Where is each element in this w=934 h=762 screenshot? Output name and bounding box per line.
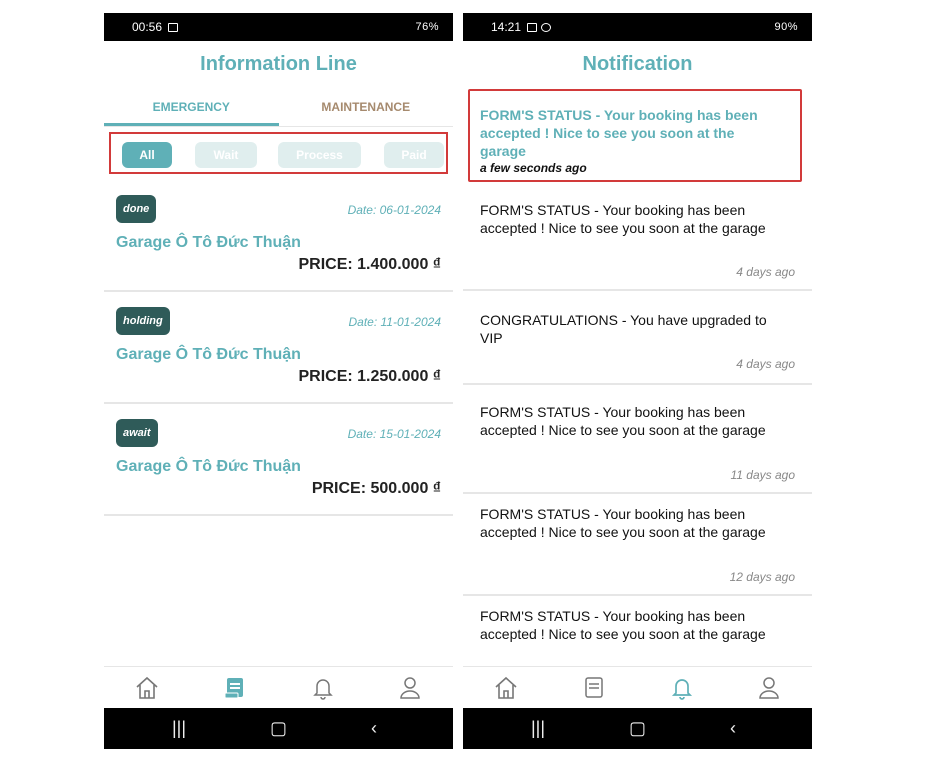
notification-text: FORM'S STATUS - Your booking has been ac…	[480, 202, 766, 236]
notification-text: FORM'S STATUS - Your booking has been ac…	[480, 404, 766, 438]
notification-text: FORM'S STATUS - Your booking has been ac…	[480, 608, 766, 642]
notification-text: CONGRATULATIONS - You have upgraded to V…	[480, 312, 767, 346]
home-icon[interactable]	[493, 675, 519, 701]
notification-item[interactable]: FORM'S STATUS - Your booking has been ac…	[463, 494, 812, 596]
status-bar: 00:56 76%	[104, 13, 453, 41]
bottom-navigation	[104, 666, 453, 708]
home-icon[interactable]	[134, 675, 160, 701]
status-badge: holding	[116, 307, 170, 335]
filter-wait[interactable]: Wait	[195, 142, 257, 168]
recent-apps-icon[interactable]: |||	[531, 718, 545, 739]
order-date: Date: 06-01-2024	[347, 203, 441, 217]
notification-screen: 14:21 90% Notification FORM'S STATUS - Y…	[463, 13, 812, 749]
notification-item[interactable]: FORM'S STATUS - Your booking has been ac…	[463, 596, 812, 666]
status-time: 00:56	[132, 20, 163, 34]
garage-name: Garage Ô Tô Đức Thuận	[116, 234, 301, 251]
gallery-icon	[168, 22, 179, 32]
battery-level: 90%	[774, 21, 798, 33]
order-date: Date: 11-01-2024	[348, 315, 441, 329]
back-icon[interactable]: ‹	[371, 718, 377, 739]
order-card[interactable]: holding Date: 11-01-2024 Garage Ô Tô Đức…	[104, 292, 453, 404]
back-icon[interactable]: ‹	[730, 718, 736, 739]
page-title: Notification	[582, 53, 693, 75]
status-filter-group: All Wait Process Paid	[109, 132, 448, 174]
information-line-screen: 00:56 76% Information Line EMERGENCY MAI…	[104, 13, 453, 749]
filter-paid[interactable]: Paid	[384, 142, 444, 168]
bell-icon[interactable]	[310, 675, 336, 701]
notification-time: 4 days ago	[736, 357, 795, 371]
notification-item[interactable]: FORM'S STATUS - Your booking has been ac…	[463, 385, 812, 494]
status-bar: 14:21 90%	[463, 13, 812, 41]
home-button-icon[interactable]: ▢	[629, 718, 646, 739]
page-title: Information Line	[200, 53, 357, 75]
notification-time: 11 days ago	[730, 468, 796, 482]
filter-process[interactable]: Process	[278, 142, 361, 168]
gallery-icon	[527, 22, 538, 32]
android-nav-bar: ||| ▢ ‹	[463, 708, 812, 749]
tab-maintenance[interactable]: MAINTENANCE	[279, 93, 454, 126]
order-price: PRICE: 1.250.000 ₫	[298, 368, 441, 385]
tab-emergency[interactable]: EMERGENCY	[104, 93, 279, 126]
notification-text: FORM'S STATUS - Your booking has been ac…	[480, 107, 758, 159]
status-badge: done	[116, 195, 157, 223]
status-time: 14:21	[491, 20, 522, 34]
notification-text: FORM'S STATUS - Your booking has been ac…	[480, 506, 766, 540]
battery-level: 76%	[415, 21, 439, 33]
notification-item[interactable]: FORM'S STATUS - Your booking has been ac…	[463, 187, 812, 291]
bell-icon[interactable]	[669, 675, 695, 701]
sync-icon	[541, 22, 552, 32]
bottom-navigation	[463, 666, 812, 708]
user-icon[interactable]	[756, 675, 782, 701]
orders-icon[interactable]	[222, 675, 248, 701]
order-date: Date: 15-01-2024	[347, 427, 441, 441]
notification-item[interactable]: CONGRATULATIONS - You have upgraded to V…	[463, 291, 812, 385]
order-card[interactable]: done Date: 06-01-2024 Garage Ô Tô Đức Th…	[104, 180, 453, 292]
home-button-icon[interactable]: ▢	[270, 718, 287, 739]
filter-all[interactable]: All	[122, 142, 172, 168]
order-price: PRICE: 1.400.000 ₫	[298, 256, 441, 273]
android-nav-bar: ||| ▢ ‹	[104, 708, 453, 749]
garage-name: Garage Ô Tô Đức Thuận	[116, 346, 301, 363]
notification-time: a few seconds ago	[480, 161, 587, 175]
tab-bar: EMERGENCY MAINTENANCE	[104, 93, 453, 127]
order-price: PRICE: 500.000 ₫	[311, 480, 441, 497]
recent-apps-icon[interactable]: |||	[172, 718, 186, 739]
notification-time: 12 days ago	[729, 570, 795, 584]
status-badge: await	[116, 419, 158, 447]
notification-item[interactable]: FORM'S STATUS - Your booking has been ac…	[468, 89, 802, 182]
garage-name: Garage Ô Tô Đức Thuận	[116, 458, 301, 475]
orders-icon[interactable]	[581, 675, 607, 701]
notification-time: 4 days ago	[736, 265, 795, 279]
user-icon[interactable]	[397, 675, 423, 701]
order-card[interactable]: await Date: 15-01-2024 Garage Ô Tô Đức T…	[104, 404, 453, 516]
